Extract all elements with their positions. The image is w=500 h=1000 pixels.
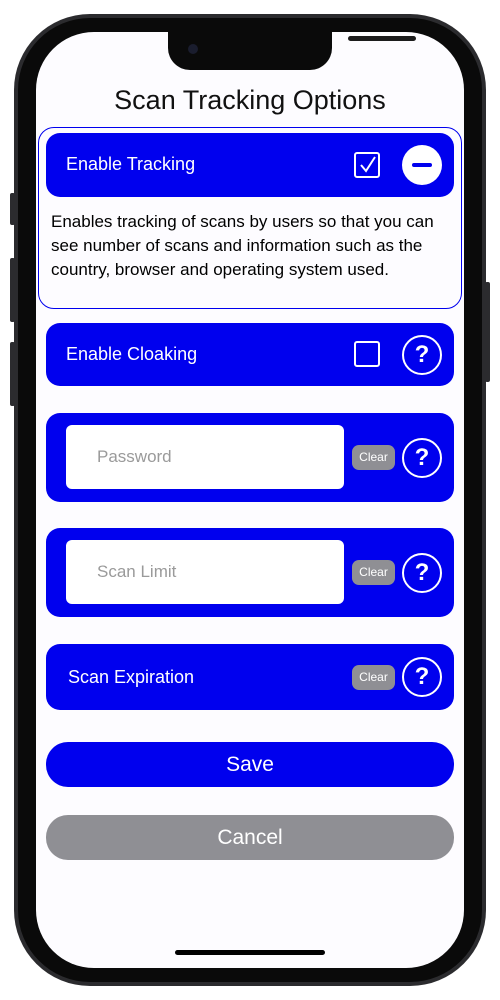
speaker-grille: [348, 36, 416, 41]
enable-tracking-checkbox[interactable]: [354, 152, 380, 178]
help-icon[interactable]: ?: [402, 438, 442, 478]
volume-down-button: [10, 342, 15, 406]
enable-cloaking-checkbox[interactable]: [354, 341, 380, 367]
volume-up-button: [10, 258, 15, 322]
enable-tracking-row: Enable Tracking: [46, 133, 454, 197]
scan-expiration-row[interactable]: Scan Expiration Clear ?: [46, 644, 454, 710]
password-input[interactable]: [66, 425, 344, 489]
tracking-description: Enables tracking of scans by users so th…: [51, 212, 434, 279]
help-icon[interactable]: ?: [402, 553, 442, 593]
scan-expiration-clear-button[interactable]: Clear: [352, 665, 395, 690]
power-button: [485, 282, 490, 382]
enable-tracking-label: Enable Tracking: [66, 154, 196, 174]
page-title: Scan Tracking Options: [114, 85, 386, 115]
help-icon[interactable]: ?: [402, 657, 442, 697]
mute-switch: [10, 193, 15, 225]
enable-cloaking-row: Enable Cloaking ?: [46, 323, 454, 386]
password-clear-button[interactable]: Clear: [352, 445, 395, 470]
enable-cloaking-label: Enable Cloaking: [66, 344, 198, 364]
scan-limit-clear-button[interactable]: Clear: [352, 560, 395, 585]
scan-expiration-label: Scan Expiration: [68, 667, 195, 687]
save-button[interactable]: Save: [46, 742, 454, 787]
minus-circle-icon[interactable]: [402, 145, 442, 185]
scan-limit-input[interactable]: [66, 540, 344, 604]
password-row: Clear ?: [46, 413, 454, 502]
help-icon[interactable]: ?: [402, 335, 442, 375]
camera-icon: [188, 44, 198, 54]
home-indicator[interactable]: [175, 950, 325, 955]
scan-limit-row: Clear ?: [46, 528, 454, 617]
cancel-button[interactable]: Cancel: [46, 815, 454, 860]
checkmark-icon: [360, 156, 376, 173]
app-screen: Scan Tracking Options Enable Tracking En…: [36, 32, 464, 968]
